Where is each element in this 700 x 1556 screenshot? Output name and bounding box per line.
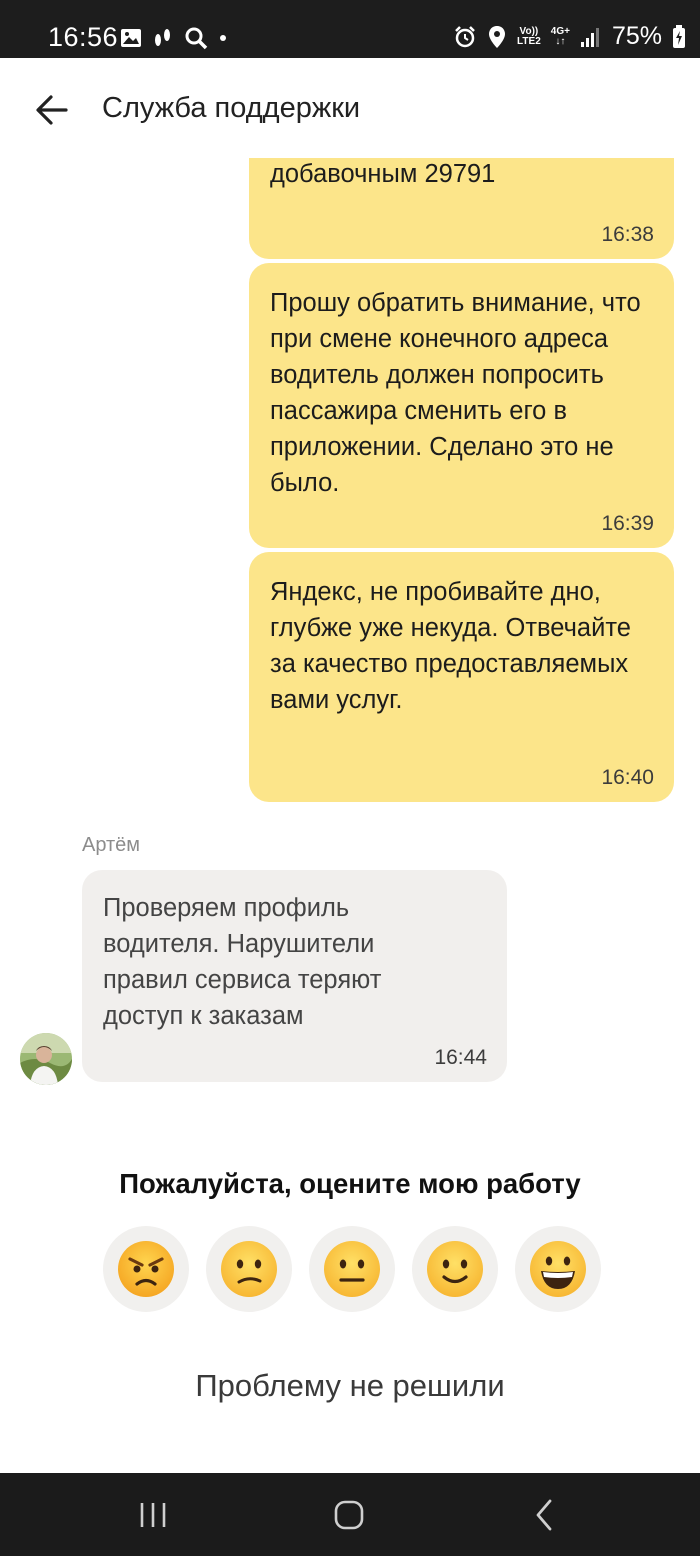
volte-indicator: Vo)) LTE2 <box>517 25 541 47</box>
back-arrow-icon[interactable] <box>34 92 70 128</box>
slightly-smiling-face-icon <box>427 1241 483 1297</box>
status-bar: 16:56 Vo)) LTE2 4G+ ↓↑ 75% <box>0 0 700 58</box>
message-bubble-outgoing: Второй сверху с добавочным 29791 16:38 <box>249 158 674 259</box>
location-icon <box>489 25 506 48</box>
message-text: Прошу обратить внимание, что при смене к… <box>270 289 641 497</box>
message-time: 16:44 <box>434 1046 487 1069</box>
recent-apps-icon[interactable] <box>131 1493 175 1537</box>
app-header: Служба поддержки <box>0 58 700 158</box>
signal-icon <box>580 27 599 47</box>
avatar[interactable] <box>20 1033 72 1085</box>
avatar-photo <box>20 1033 72 1085</box>
page-title: Служба поддержки <box>102 92 361 124</box>
message-bubble-outgoing: Прошу обратить внимание, что при смене к… <box>249 263 674 548</box>
rate-smiling-button[interactable] <box>412 1226 498 1312</box>
system-icons: Vo)) LTE2 4G+ ↓↑ 75% <box>453 22 686 51</box>
message-bubble-outgoing: Яндекс, не пробивайте дно, глубже уже не… <box>249 552 674 802</box>
battery-charging-icon <box>673 24 685 48</box>
dot-icon <box>220 35 226 41</box>
rating-title: Пожалуйста, оцените мою работу <box>119 1168 581 1199</box>
neutral-face-icon <box>324 1241 380 1297</box>
volte-label: Vo)) <box>519 25 539 37</box>
sender-name: Артём <box>82 834 141 856</box>
search-icon <box>185 27 208 50</box>
message-bubble-incoming: Проверяем профиль водителя. Нарушители п… <box>82 870 507 1082</box>
system-nav-bar <box>0 1473 700 1556</box>
grinning-face-icon <box>530 1241 586 1297</box>
status-time: 16:56 <box>48 22 119 52</box>
rate-neutral-button[interactable] <box>309 1226 395 1312</box>
message-time: 16:39 <box>601 512 654 535</box>
confused-face-icon <box>221 1241 277 1297</box>
alarm-icon <box>455 25 475 47</box>
message-time: 16:38 <box>601 223 654 246</box>
battery-percent: 75% <box>611 22 662 50</box>
rate-grinning-button[interactable] <box>515 1226 601 1312</box>
home-icon[interactable] <box>327 1493 371 1537</box>
gallery-icon <box>121 29 141 47</box>
back-nav-icon[interactable] <box>523 1493 567 1537</box>
problem-not-solved-button[interactable]: Проблему не решили <box>0 1368 700 1404</box>
rating-options <box>103 1226 603 1312</box>
data-indicator: 4G+ ↓↑ <box>550 25 570 47</box>
steps-icon <box>155 29 170 46</box>
chat-thread[interactable]: Второй сверху с добавочным 29791 16:38 П… <box>0 158 700 1108</box>
angry-face-icon <box>118 1241 174 1297</box>
message-text: Проверяем профиль водителя. Нарушители п… <box>103 894 382 1030</box>
rate-confused-button[interactable] <box>206 1226 292 1312</box>
data-type-label: 4G+ <box>550 25 570 37</box>
lte-label: LTE2 <box>517 35 541 47</box>
message-text: Второй сверху с добавочным 29791 <box>270 160 496 188</box>
message-time: 16:40 <box>601 766 654 789</box>
rate-angry-button[interactable] <box>103 1226 189 1312</box>
notification-icons <box>120 26 228 50</box>
message-text: Яндекс, не пробивайте дно, глубже уже не… <box>270 578 631 714</box>
data-arrows-icon: ↓↑ <box>555 35 566 47</box>
